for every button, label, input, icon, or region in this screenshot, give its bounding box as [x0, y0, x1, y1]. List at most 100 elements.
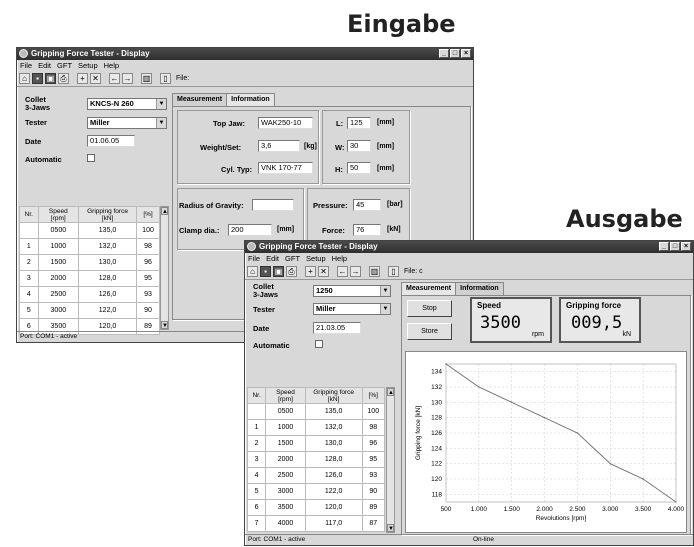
tab-measurement[interactable]: Measurement [401, 282, 457, 295]
delete-icon[interactable]: ✕ [318, 266, 329, 277]
arrow-left-icon[interactable]: ← [337, 266, 348, 277]
arrow-right-icon[interactable]: → [122, 73, 133, 84]
table-row[interactable]: 4 2500 126,0 93 [246, 467, 385, 484]
scroll-down-icon[interactable]: ▼ [161, 321, 168, 329]
copy-icon[interactable]: ▣ [273, 266, 284, 277]
cell-speed: 0500 [37, 222, 80, 239]
cell-percent: 100 [136, 222, 160, 239]
tester-select[interactable]: Miller ▼ [313, 303, 391, 315]
top-jaw-field[interactable]: WAK250-10 [258, 117, 313, 129]
maximize-button[interactable]: □ [670, 242, 680, 251]
title-bar[interactable]: Gripping Force Tester - Display _ □ × [17, 48, 473, 60]
weight-set-field[interactable]: 3,6 [258, 140, 300, 152]
table-row[interactable]: 6 3500 120,0 89 [246, 499, 385, 516]
table-row[interactable]: 1 1000 132,0 98 [246, 419, 385, 436]
open-icon[interactable]: ⌂ [19, 73, 30, 84]
scroll-down-icon[interactable]: ▼ [387, 524, 394, 532]
table-row[interactable]: 2 1500 130,0 96 [246, 435, 385, 452]
w-field[interactable]: 30 [347, 140, 371, 152]
table-row[interactable]: 0500 135,0 100 [19, 222, 160, 239]
table-row[interactable]: 5 3000 122,0 90 [246, 483, 385, 500]
x-tick-label: 2.000 [536, 506, 553, 513]
stop-button[interactable]: Stop [407, 300, 452, 317]
cell-nr: 3 [19, 270, 39, 287]
y-tick-label: 124 [431, 445, 442, 452]
menu-gft[interactable]: GFT [285, 253, 300, 264]
menu-file[interactable]: File [248, 253, 260, 264]
tester-select[interactable]: Miller ▼ [87, 117, 167, 129]
date-field[interactable]: 01.06.05 [87, 135, 135, 147]
table-row[interactable]: 1 1000 132,0 98 [19, 238, 160, 255]
save-icon[interactable]: ▪ [260, 266, 271, 277]
add-row-icon[interactable]: + [305, 266, 316, 277]
close-button[interactable]: × [461, 49, 471, 58]
file-icon[interactable]: ▯ [160, 73, 171, 84]
y-tick-label: 130 [431, 399, 442, 406]
chart-icon[interactable]: ▥ [141, 73, 152, 84]
open-icon[interactable]: ⌂ [247, 266, 258, 277]
pressure-field[interactable]: 45 [353, 199, 381, 211]
automatic-checkbox[interactable] [315, 340, 323, 348]
force-field[interactable]: 76 [353, 224, 381, 236]
add-row-icon[interactable]: + [77, 73, 88, 84]
y-tick-label: 134 [431, 369, 442, 376]
col-percent: [%] [361, 387, 385, 404]
title-bar[interactable]: Gripping Force Tester - Display _ □ × [245, 241, 693, 253]
l-field[interactable]: 125 [347, 117, 371, 129]
x-tick-label: 3.500 [635, 506, 652, 513]
table-scrollbar[interactable]: ▲ ▼ [386, 387, 395, 533]
table-row[interactable]: 4 2500 126,0 93 [19, 286, 160, 303]
clamp-field[interactable]: 200 [228, 224, 272, 236]
save-icon[interactable]: ▪ [32, 73, 43, 84]
print-icon[interactable]: ⎙ [58, 73, 69, 84]
table-scrollbar[interactable]: ▲ ▼ [160, 206, 169, 330]
tab-information[interactable]: Information [226, 93, 275, 106]
menu-setup[interactable]: Setup [78, 60, 98, 71]
minimize-button[interactable]: _ [659, 242, 669, 251]
arrow-right-icon[interactable]: → [350, 266, 361, 277]
table-row[interactable]: 3 2000 128,0 95 [246, 451, 385, 468]
cell-force: 126,0 [304, 467, 363, 484]
menu-file[interactable]: File [20, 60, 32, 71]
radius-field[interactable] [252, 199, 294, 211]
table-row[interactable]: 3 2000 128,0 95 [19, 270, 160, 287]
cyl-typ-field[interactable]: VNK 170-77 [258, 162, 313, 174]
status-text: Port: COM1 - active [20, 333, 78, 340]
menu-help[interactable]: Help [104, 60, 119, 71]
scroll-up-icon[interactable]: ▲ [387, 388, 394, 396]
menu-setup[interactable]: Setup [306, 253, 326, 264]
scroll-up-icon[interactable]: ▲ [161, 207, 168, 215]
minimize-button[interactable]: _ [439, 49, 449, 58]
menu-gft[interactable]: GFT [57, 60, 72, 71]
chart-icon[interactable]: ▥ [369, 266, 380, 277]
store-button[interactable]: Store [407, 323, 452, 340]
x-tick-label: 2.500 [569, 506, 586, 513]
tab-measurement[interactable]: Measurement [172, 93, 228, 106]
table-row[interactable]: 0500 135,0 100 [246, 403, 385, 420]
date-field[interactable]: 21.03.05 [313, 322, 361, 334]
tab-information[interactable]: Information [455, 282, 504, 295]
collet-select[interactable]: KNCS-N 260 ▼ [87, 98, 167, 110]
close-button[interactable]: × [681, 242, 691, 251]
col-nr: Nr. [19, 206, 39, 223]
file-icon[interactable]: ▯ [388, 266, 399, 277]
arrow-left-icon[interactable]: ← [109, 73, 120, 84]
menu-edit[interactable]: Edit [266, 253, 279, 264]
table-row[interactable]: 7 4000 117,0 87 [246, 515, 385, 532]
tester-label: Tester [253, 305, 275, 314]
maximize-button[interactable]: □ [450, 49, 460, 58]
weight-unit: [kg] [304, 143, 317, 150]
y-tick-label: 132 [431, 384, 442, 391]
copy-icon[interactable]: ▣ [45, 73, 56, 84]
menu-edit[interactable]: Edit [38, 60, 51, 71]
force-unit: [kN] [387, 226, 401, 233]
collet-select[interactable]: 1250 ▼ [313, 285, 391, 297]
x-tick-label: 500 [441, 506, 452, 513]
print-icon[interactable]: ⎙ [286, 266, 297, 277]
h-field[interactable]: 50 [347, 162, 371, 174]
table-row[interactable]: 5 3000 122,0 90 [19, 302, 160, 319]
menu-help[interactable]: Help [332, 253, 347, 264]
automatic-checkbox[interactable] [87, 154, 95, 162]
table-row[interactable]: 2 1500 130,0 96 [19, 254, 160, 271]
delete-icon[interactable]: ✕ [90, 73, 101, 84]
